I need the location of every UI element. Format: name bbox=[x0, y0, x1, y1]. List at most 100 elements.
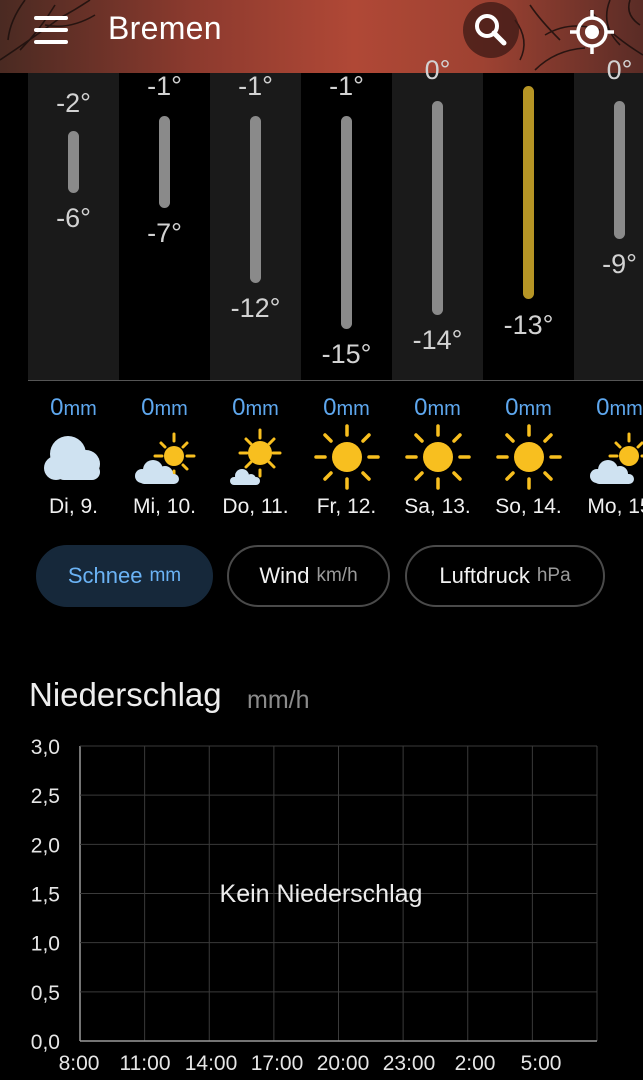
x-tick-label: 8:00 bbox=[59, 1052, 100, 1075]
temp-high: -1° bbox=[147, 71, 182, 101]
day-column[interactable]: -1° -7° bbox=[119, 71, 210, 381]
x-tick-label: 5:00 bbox=[521, 1052, 562, 1075]
forecast-day[interactable]: 0mm Mi, 10. bbox=[119, 388, 210, 528]
chip-unit: hPa bbox=[536, 565, 571, 586]
forecast-day[interactable]: 0mm Sa, 13. bbox=[392, 388, 483, 528]
temp-high: -1° bbox=[329, 71, 364, 101]
temp-high: 0° bbox=[424, 55, 451, 85]
y-tick-label: 3,0 bbox=[31, 736, 60, 759]
locate-icon bbox=[570, 10, 614, 54]
y-tick-label: 2,5 bbox=[31, 785, 60, 808]
chip-unit: km/h bbox=[316, 565, 358, 586]
temp-low: -7° bbox=[147, 218, 182, 248]
x-tick-label: 17:00 bbox=[251, 1052, 304, 1075]
divider bbox=[28, 380, 643, 381]
sunny-icon bbox=[496, 424, 562, 490]
forecast-day[interactable]: 0mm Do, 11. bbox=[210, 388, 301, 528]
precip-unit: mm bbox=[154, 398, 188, 420]
daily-forecast: 0mm Di, 9. 0mm Mi, 10. 0mm Do, 11. 0mm F… bbox=[0, 388, 643, 528]
forecast-day-label: Sa, 13. bbox=[404, 495, 471, 518]
chip-label: Wind bbox=[259, 563, 310, 588]
hamburger-menu-icon bbox=[34, 16, 68, 20]
search-icon bbox=[475, 14, 507, 46]
temp-low: -12° bbox=[230, 293, 281, 323]
app-header: Bremen bbox=[0, 0, 643, 73]
cloudy-icon bbox=[44, 436, 100, 480]
sunny-icon bbox=[314, 424, 380, 490]
x-tick-label: 23:00 bbox=[383, 1052, 436, 1075]
chip-pressure[interactable]: Luftdruck hPa bbox=[405, 545, 605, 607]
forecast-day[interactable]: 0mm Di, 9. bbox=[28, 388, 119, 528]
temp-range-bar bbox=[341, 116, 352, 329]
temp-range-bar bbox=[432, 101, 443, 315]
day-column[interactable]: -2° -6° bbox=[28, 73, 119, 381]
forecast-day-label: Di, 9. bbox=[48, 495, 98, 518]
chart-title: Niederschlag bbox=[29, 676, 222, 713]
chip-wind[interactable]: Wind km/h bbox=[227, 545, 390, 607]
temp-low: -9° bbox=[602, 249, 637, 279]
day-column[interactable]: -1° -15° bbox=[301, 71, 392, 381]
temp-range-bar bbox=[250, 116, 261, 283]
forecast-day-label: Mi, 10. bbox=[132, 495, 197, 518]
x-tick-label: 20:00 bbox=[317, 1052, 370, 1075]
day-column[interactable]: -1° -12° bbox=[210, 71, 301, 381]
temp-low: -14° bbox=[412, 325, 463, 355]
forecast-day-label: Fr, 12. bbox=[316, 495, 377, 518]
precip-unit: mm bbox=[245, 398, 279, 420]
temp-range-bar bbox=[614, 101, 625, 239]
temp-low: -13° bbox=[503, 310, 554, 340]
weather-app: Bremen -2° -6° -1° -7° -1° -12° -1° -15°… bbox=[0, 0, 643, 1080]
chip-snow[interactable]: Schnee mm bbox=[36, 545, 213, 607]
temperature-range-strip: -2° -6° -1° -7° -1° -12° -1° -15° 0° -14… bbox=[0, 55, 643, 381]
chip-label: Schnee bbox=[67, 563, 143, 588]
temp-low: -6° bbox=[56, 203, 91, 233]
precip-value: 0 bbox=[323, 394, 337, 421]
city-title[interactable]: Bremen bbox=[108, 10, 222, 47]
locate-button[interactable] bbox=[566, 6, 618, 58]
precip-value: 0 bbox=[232, 394, 246, 421]
chip-unit: mm bbox=[149, 565, 182, 586]
precip-unit: mm bbox=[63, 398, 97, 420]
forecast-day-label: Do, 11. bbox=[222, 495, 289, 518]
y-tick-label: 0,5 bbox=[31, 982, 60, 1005]
temp-high: -2° bbox=[56, 88, 91, 118]
x-tick-label: 2:00 bbox=[455, 1052, 496, 1075]
precip-unit: mm bbox=[336, 398, 370, 420]
x-tick-label: 11:00 bbox=[120, 1052, 171, 1075]
x-tick-label: 14:00 bbox=[185, 1052, 238, 1075]
temp-high: -1° bbox=[238, 71, 273, 101]
forecast-day[interactable]: 0mm Fr, 12. bbox=[301, 388, 392, 528]
temp-high: 0° bbox=[606, 55, 633, 85]
precip-unit: mm bbox=[518, 398, 552, 420]
y-tick-label: 2,0 bbox=[31, 834, 60, 857]
precip-unit: mm bbox=[609, 398, 643, 420]
temp-range-bar-highlighted bbox=[523, 86, 534, 299]
forecast-day[interactable]: 0mm So, 14. bbox=[483, 388, 574, 528]
chip-label: Luftdruck bbox=[439, 563, 530, 588]
y-tick-label: 1,0 bbox=[31, 933, 60, 956]
precip-value: 0 bbox=[50, 394, 64, 421]
forecast-day-label: So, 14. bbox=[495, 495, 562, 518]
temp-range-bar bbox=[159, 116, 170, 208]
temp-low: -15° bbox=[321, 339, 372, 369]
y-tick-label: 1,5 bbox=[31, 884, 60, 907]
precip-unit: mm bbox=[427, 398, 461, 420]
precip-value: 0 bbox=[596, 394, 610, 421]
mostly-sunny-icon bbox=[230, 428, 282, 485]
precip-value: 0 bbox=[505, 394, 519, 421]
day-column[interactable]: -13° bbox=[483, 73, 574, 381]
search-button[interactable] bbox=[463, 2, 519, 58]
menu-button[interactable] bbox=[28, 12, 76, 48]
precipitation-chart: 3,0 2,5 2,0 1,5 1,0 0,5 0,0 8:00 11:00 14:00 17:0… bbox=[31, 736, 598, 1075]
partly-sunny-icon bbox=[590, 432, 643, 484]
partly-sunny-icon bbox=[135, 432, 196, 484]
precip-value: 0 bbox=[414, 394, 428, 421]
day-column[interactable]: 0° -14° bbox=[392, 55, 483, 381]
forecast-day[interactable]: 0mm Mo, 15 bbox=[574, 388, 643, 528]
header-background-branches bbox=[0, 0, 643, 71]
chart-unit: mm/h bbox=[247, 686, 310, 714]
forecast-day-label: Mo, 15 bbox=[587, 495, 643, 518]
no-precipitation-message: Kein Niederschlag bbox=[220, 880, 423, 908]
y-tick-label: 0,0 bbox=[31, 1031, 60, 1054]
day-column[interactable]: 0° -9° bbox=[574, 55, 643, 381]
